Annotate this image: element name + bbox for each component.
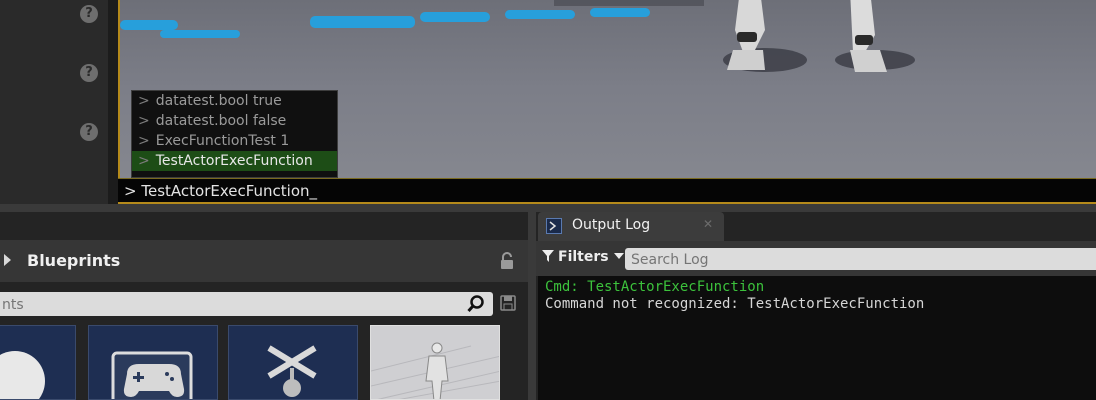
log-search-box[interactable] [625,248,1096,272]
console-autocomplete[interactable]: > datatest.bool true > datatest.bool false… [131,90,338,178]
autocomplete-item[interactable]: > datatest.bool true [132,91,337,111]
tab-label: Output Log [572,217,651,233]
viewport-marking [310,16,415,28]
viewport-marking [505,10,575,19]
mannequin-model [723,0,915,72]
help-icon[interactable]: ? [80,64,98,82]
asset-tile-character[interactable] [370,325,500,400]
console-input-text[interactable]: TestActorExecFunction_ [141,182,317,200]
prompt-chevron-icon: > [124,182,137,200]
autocomplete-text: ExecFunctionTest 1 [155,133,290,149]
viewport-focus-border [118,0,120,204]
console-command-bar[interactable]: > TestActorExecFunction_ [118,178,1096,204]
viewport-marking [590,8,650,17]
viewport-wall-edge [554,0,704,6]
expand-arrow-icon[interactable] [4,254,11,266]
console-input[interactable]: > TestActorExecFunction_ [124,182,317,200]
autocomplete-text: datatest.bool false [155,113,287,129]
log-search-input[interactable] [625,248,1093,272]
log-line: Command not recognized: TestActorExecFun… [545,296,925,312]
chevron-icon: > [138,133,150,149]
output-log-toolbar: Filters [536,241,1096,276]
viewport-marking [160,30,240,38]
gamepad-icon [111,351,193,399]
chevron-down-icon [613,253,624,259]
mannequin-thumbnail-icon [371,326,499,399]
sphere-icon [0,351,45,399]
filters-label: Filters [558,249,609,265]
chevron-icon: > [138,93,150,109]
help-icon[interactable]: ? [80,5,98,23]
viewport-marking [120,20,178,30]
content-browser: Blueprints [0,212,528,400]
content-browser-header: Blueprints [0,240,528,282]
filters-button[interactable]: Filters [542,249,624,265]
vertical-splitter[interactable] [528,212,536,400]
help-icon[interactable]: ? [80,123,98,141]
asset-tile-sphere[interactable] [0,325,76,400]
filter-icon [542,250,554,262]
output-log-panel: Output Log ✕ Filters Cmd: TestActorExecF… [536,212,1096,400]
chevron-icon: > [138,113,150,129]
chevron-icon: > [138,153,150,169]
asset-search-input[interactable] [0,292,444,318]
close-icon[interactable]: ✕ [703,217,713,231]
folder-title: Blueprints [27,251,121,270]
details-panel: ? ? ? [0,0,108,204]
autocomplete-item-selected[interactable]: > TestActorExecFunction [132,151,337,171]
lock-open-icon[interactable] [498,252,516,270]
asset-tile-actor[interactable] [228,325,358,400]
tab-output-log[interactable]: Output Log ✕ [538,212,724,241]
actor-pivot-icon [267,345,317,397]
asset-search-box[interactable] [0,292,493,318]
save-icon[interactable] [500,295,516,311]
log-line: Cmd: TestActorExecFunction [545,279,765,295]
console-icon [546,218,562,234]
autocomplete-item[interactable]: > datatest.bool false [132,111,337,131]
autocomplete-text: TestActorExecFunction [155,153,313,169]
viewport-marking [420,12,490,22]
log-output-area[interactable]: Cmd: TestActorExecFunction Command not r… [538,276,1096,400]
autocomplete-item[interactable]: > ExecFunctionTest 1 [132,131,337,151]
horizontal-splitter[interactable] [0,204,1096,212]
magnifier-icon[interactable] [467,295,485,313]
asset-tile-gamemode[interactable] [88,325,218,400]
autocomplete-text: datatest.bool true [155,93,282,109]
